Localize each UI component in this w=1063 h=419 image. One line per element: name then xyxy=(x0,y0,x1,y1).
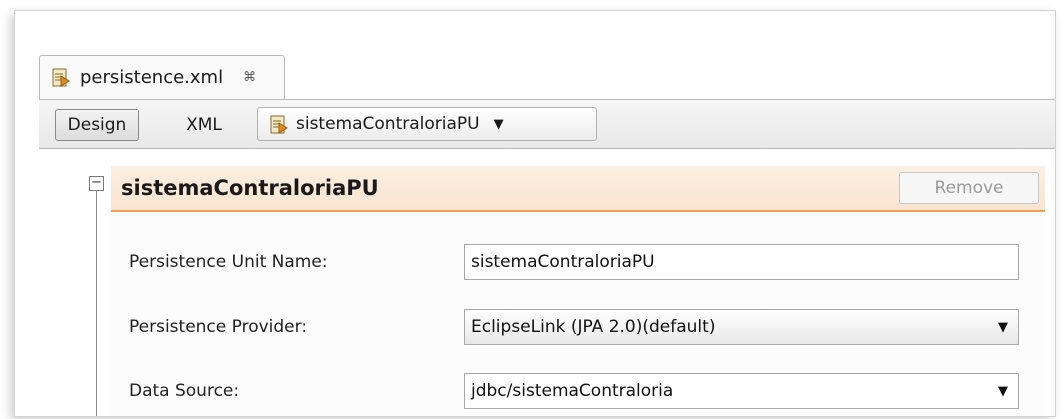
unit-name-field[interactable] xyxy=(464,244,1019,280)
editor-toolbar: Design XML sistemaContraloriaPU ▼ xyxy=(39,99,1055,149)
provider-label: Persistence Provider: xyxy=(129,317,308,337)
xml-view-button[interactable]: XML xyxy=(173,109,235,141)
section-title: sistemaContraloriaPU xyxy=(121,176,379,200)
provider-select[interactable]: EclipseLink (JPA 2.0)(default) ▼ xyxy=(464,309,1019,345)
persistence-unit-icon xyxy=(270,115,288,134)
persistence-unit-selector[interactable]: sistemaContraloriaPU ▼ xyxy=(257,107,597,141)
tab-title: persistence.xml xyxy=(80,67,224,88)
chevron-down-icon: ▼ xyxy=(493,116,504,132)
design-view-button[interactable]: Design xyxy=(55,109,139,141)
collapse-toggle-icon[interactable]: − xyxy=(89,176,104,191)
tree-connector-line xyxy=(96,191,97,416)
remove-button[interactable]: Remove xyxy=(899,172,1039,204)
datasource-select[interactable]: jdbc/sistemaContraloria ▼ xyxy=(464,373,1019,409)
persistence-file-icon xyxy=(52,68,70,87)
close-icon[interactable]: ⌘ xyxy=(243,70,256,85)
datasource-label: Data Source: xyxy=(129,381,240,401)
chevron-down-icon: ▼ xyxy=(998,319,1008,335)
persistence-unit-section-header: sistemaContraloriaPU Remove xyxy=(111,166,1045,212)
tab-persistence-xml[interactable]: persistence.xml ⌘ xyxy=(39,55,285,99)
unit-name-label: Persistence Unit Name: xyxy=(129,252,328,272)
chevron-down-icon: ▼ xyxy=(998,383,1008,399)
datasource-select-value: jdbc/sistemaContraloria xyxy=(471,381,674,401)
persistence-unit-selector-value: sistemaContraloriaPU xyxy=(296,114,480,134)
persistence-unit-form: Persistence Unit Name: Persistence Provi… xyxy=(111,212,1045,416)
editor-window: persistence.xml ⌘ Design XML sistemaCont… xyxy=(14,10,1056,417)
provider-select-value: EclipseLink (JPA 2.0)(default) xyxy=(471,317,716,337)
